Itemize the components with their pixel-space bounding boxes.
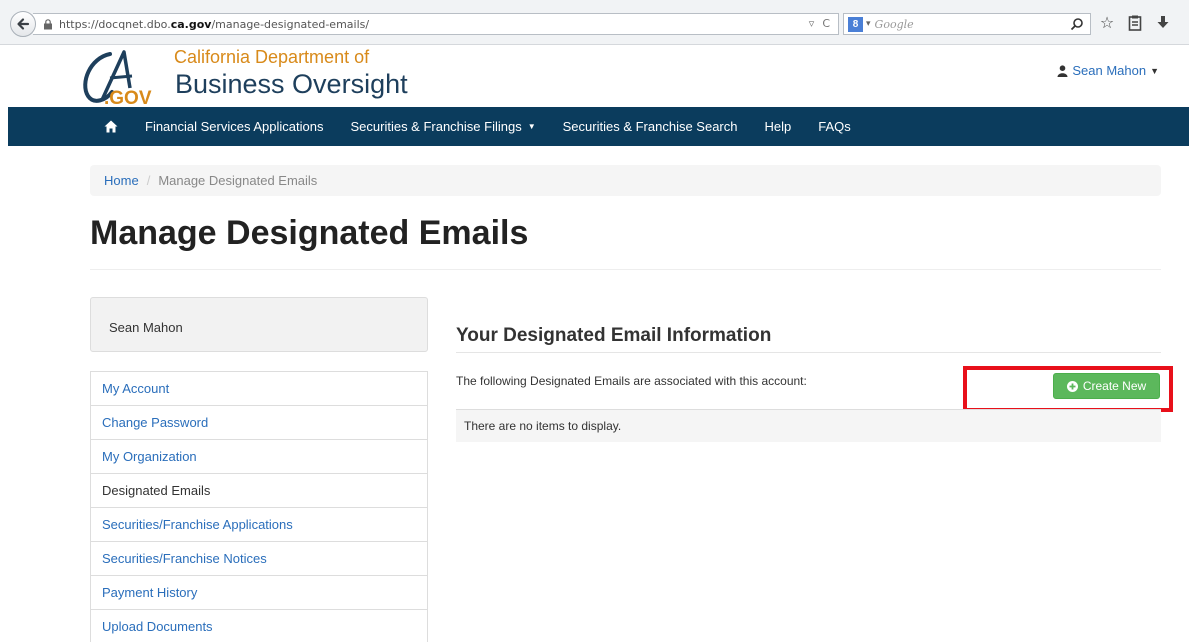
sidebar-user-name: Sean Mahon xyxy=(109,320,183,335)
url-domain: ca.gov xyxy=(170,17,212,31)
empty-table-row: There are no items to display. xyxy=(456,409,1161,442)
page-title: Manage Designated Emails xyxy=(90,214,529,252)
section-divider xyxy=(456,352,1161,353)
empty-message: There are no items to display. xyxy=(464,419,622,433)
breadcrumb-home-link[interactable]: Home xyxy=(104,173,139,188)
browser-icons: ☆ xyxy=(1098,13,1172,33)
url-path: /manage-designated-emails/ xyxy=(211,17,370,31)
main-nav: Financial Services Applications Securiti… xyxy=(8,107,1189,146)
breadcrumb-current: Manage Designated Emails xyxy=(158,173,318,188)
nav-faqs[interactable]: FAQs xyxy=(818,119,851,134)
sidebar-item-payment-history[interactable]: Payment History xyxy=(91,576,427,610)
url-prefix: https://docqnet.dbo. xyxy=(59,17,171,31)
nav-securities-franchise-filings[interactable]: Securities & Franchise Filings ▼ xyxy=(350,119,535,134)
user-menu-name: Sean Mahon xyxy=(1072,63,1147,78)
dept-name-line1: California Department of xyxy=(174,47,370,67)
download-icon[interactable] xyxy=(1154,13,1172,33)
svg-text:.GOV: .GOV xyxy=(104,88,152,106)
sidebar-item-my-organization[interactable]: My Organization xyxy=(91,440,427,474)
sidebar-item-my-account[interactable]: My Account xyxy=(91,372,427,406)
highlight-annotation-box xyxy=(963,366,1173,412)
nav-securities-franchise-search[interactable]: Securities & Franchise Search xyxy=(563,119,738,134)
sidebar-item-securities-franchise-notices[interactable]: Securities/Franchise Notices xyxy=(91,542,427,576)
back-arrow-icon xyxy=(17,18,30,30)
sidebar-item-designated-emails[interactable]: Designated Emails xyxy=(91,474,427,508)
chevron-down-icon[interactable]: ▾ xyxy=(866,19,871,29)
address-bar[interactable]: https://docqnet.dbo. ca.gov/manage-design… xyxy=(33,13,839,35)
sidebar-item-change-password[interactable]: Change Password xyxy=(91,406,427,440)
bookmark-star-icon[interactable]: ☆ xyxy=(1098,13,1116,33)
title-divider xyxy=(90,269,1161,270)
breadcrumb: Home / Manage Designated Emails xyxy=(90,165,1161,196)
sidebar-menu: My Account Change Password My Organizati… xyxy=(90,371,428,642)
section-title: Your Designated Email Information xyxy=(456,325,772,346)
browser-toolbar: https://docqnet.dbo. ca.gov/manage-design… xyxy=(0,0,1189,45)
chevron-down-icon: ▼ xyxy=(527,122,536,131)
browser-search-input[interactable]: 8 ▾ Google xyxy=(843,13,1091,35)
reload-icon[interactable]: C xyxy=(822,17,830,30)
chevron-down-icon: ▼ xyxy=(1150,65,1159,76)
ca-gov-logo[interactable]: .GOV xyxy=(80,48,165,106)
dept-name-line2: Business Oversight xyxy=(175,69,408,99)
sidebar-item-securities-franchise-applications[interactable]: Securities/Franchise Applications xyxy=(91,508,427,542)
search-icon[interactable] xyxy=(1070,17,1084,31)
sidebar-item-upload-documents[interactable]: Upload Documents xyxy=(91,610,427,642)
sidebar-user-panel: Sean Mahon xyxy=(90,297,428,352)
search-engine-icon[interactable]: 8 xyxy=(848,16,863,32)
nav-financial-services-applications[interactable]: Financial Services Applications xyxy=(145,119,323,134)
nav-help[interactable]: Help xyxy=(765,119,792,134)
bookmarks-list-icon[interactable] xyxy=(1126,13,1144,33)
back-button[interactable] xyxy=(10,11,36,37)
home-icon[interactable] xyxy=(104,120,118,133)
search-placeholder: Google xyxy=(874,17,914,31)
user-menu[interactable]: Sean Mahon ▼ xyxy=(1057,63,1159,78)
dropdown-arrow-icon[interactable]: ▿ xyxy=(809,17,815,30)
user-icon xyxy=(1057,64,1068,77)
associated-emails-text: The following Designated Emails are asso… xyxy=(456,374,807,388)
breadcrumb-separator: / xyxy=(146,173,151,188)
lock-icon xyxy=(44,18,52,29)
